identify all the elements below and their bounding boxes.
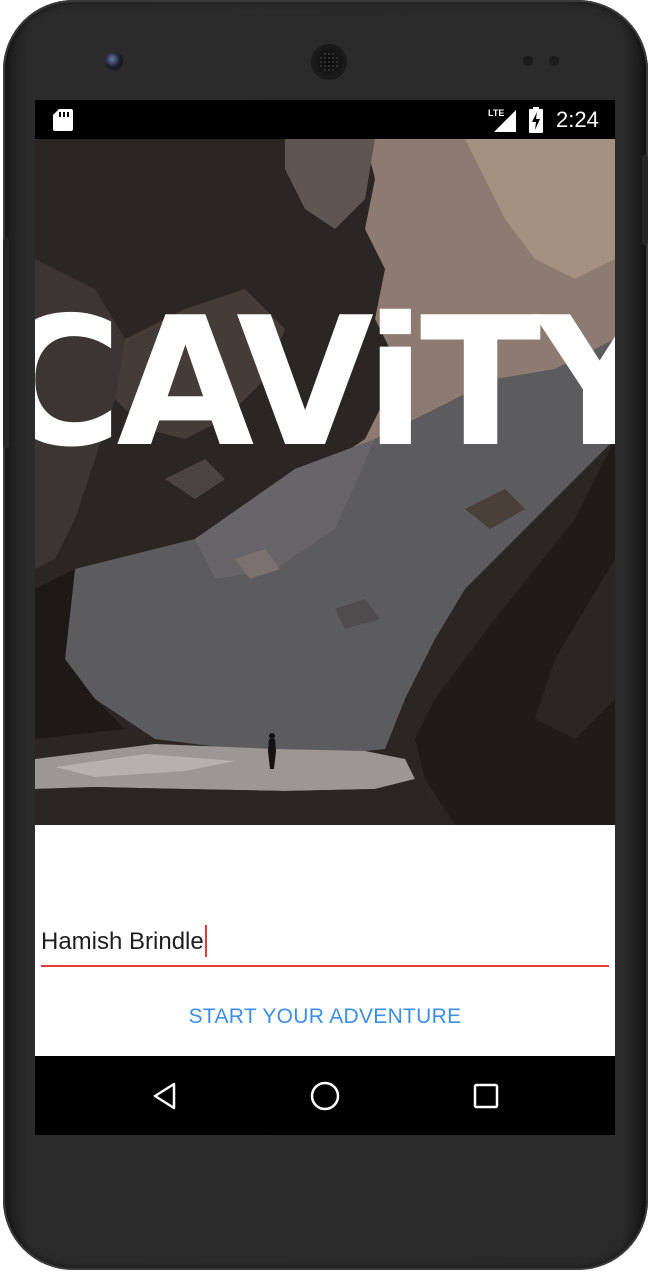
home-button[interactable] — [302, 1073, 348, 1119]
volume-button — [3, 238, 9, 448]
recents-icon — [473, 1083, 499, 1109]
navigation-bar — [35, 1056, 615, 1135]
back-button[interactable] — [142, 1073, 188, 1119]
front-camera — [105, 52, 123, 70]
start-adventure-button[interactable]: START YOUR ADVENTURE — [175, 995, 475, 1039]
hero-image: CAViTY — [35, 139, 615, 825]
device-screen: LTE 2:24 CAViTY Hamish Brindle START YOU… — [35, 100, 615, 1135]
name-input-value[interactable]: Hamish Brindle — [41, 924, 207, 957]
status-clock: 2:24 — [556, 107, 599, 132]
recents-button[interactable] — [463, 1073, 509, 1119]
power-button — [642, 155, 648, 245]
status-bar: LTE 2:24 — [35, 100, 615, 139]
back-icon — [153, 1082, 176, 1110]
home-icon — [310, 1081, 340, 1111]
input-underline — [41, 965, 609, 967]
proximity-sensor — [523, 56, 533, 66]
lte-signal-icon: LTE — [488, 108, 516, 132]
light-sensor — [549, 56, 559, 66]
cave-illustration: CAViTY — [35, 139, 615, 825]
main-content: Hamish Brindle START YOUR ADVENTURE — [35, 825, 615, 1056]
svg-text:LTE: LTE — [488, 108, 504, 118]
svg-text:CAViTY: CAViTY — [35, 279, 615, 486]
earpiece-speaker — [313, 46, 345, 78]
cavity-logo: CAViTY — [35, 279, 615, 486]
battery-charging-icon — [529, 107, 543, 133]
text-cursor — [204, 924, 207, 957]
name-input[interactable]: Hamish Brindle — [41, 913, 609, 969]
sd-card-icon — [53, 109, 73, 131]
